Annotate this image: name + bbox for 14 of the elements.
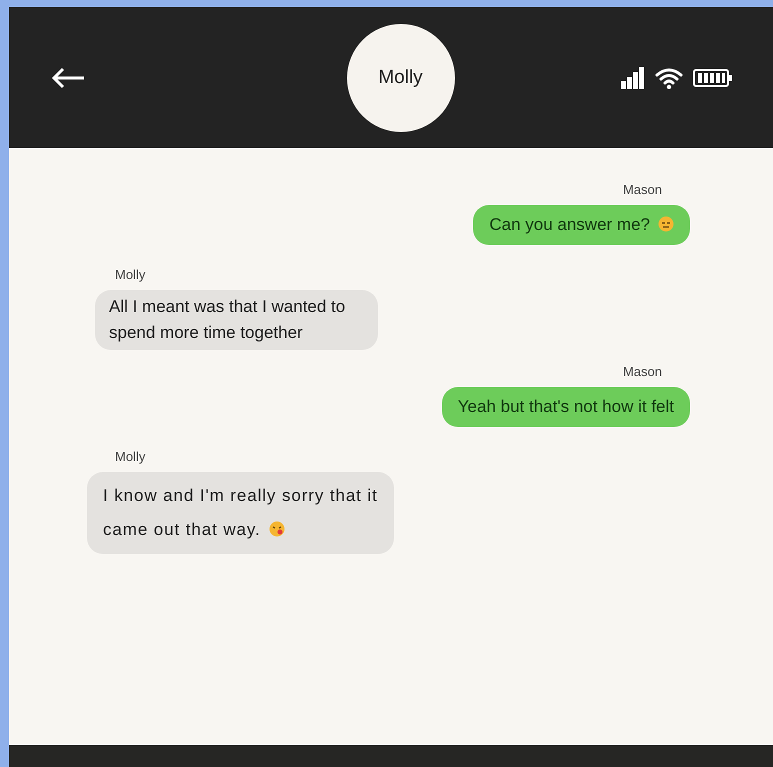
message-text: Can you answer me?: [489, 215, 674, 234]
back-arrow-icon[interactable]: [51, 66, 85, 88]
sender-name: Mason: [622, 364, 662, 379]
message-text: I know and I'm really sorry that it came out that way.: [103, 486, 378, 539]
sender-name: Mason: [622, 182, 662, 197]
battery-icon: [693, 68, 733, 88]
signal-icon: [621, 66, 645, 88]
sender-name: Molly: [115, 267, 146, 282]
wifi-icon: [655, 66, 683, 88]
contact-avatar[interactable]: Molly: [346, 24, 454, 132]
sender-name: Molly: [115, 449, 146, 464]
message-text: All I meant was that I wanted to spend more time together: [109, 297, 346, 342]
contact-name: Molly: [378, 66, 423, 88]
message-text: Yeah but that's not how it felt: [458, 397, 674, 416]
